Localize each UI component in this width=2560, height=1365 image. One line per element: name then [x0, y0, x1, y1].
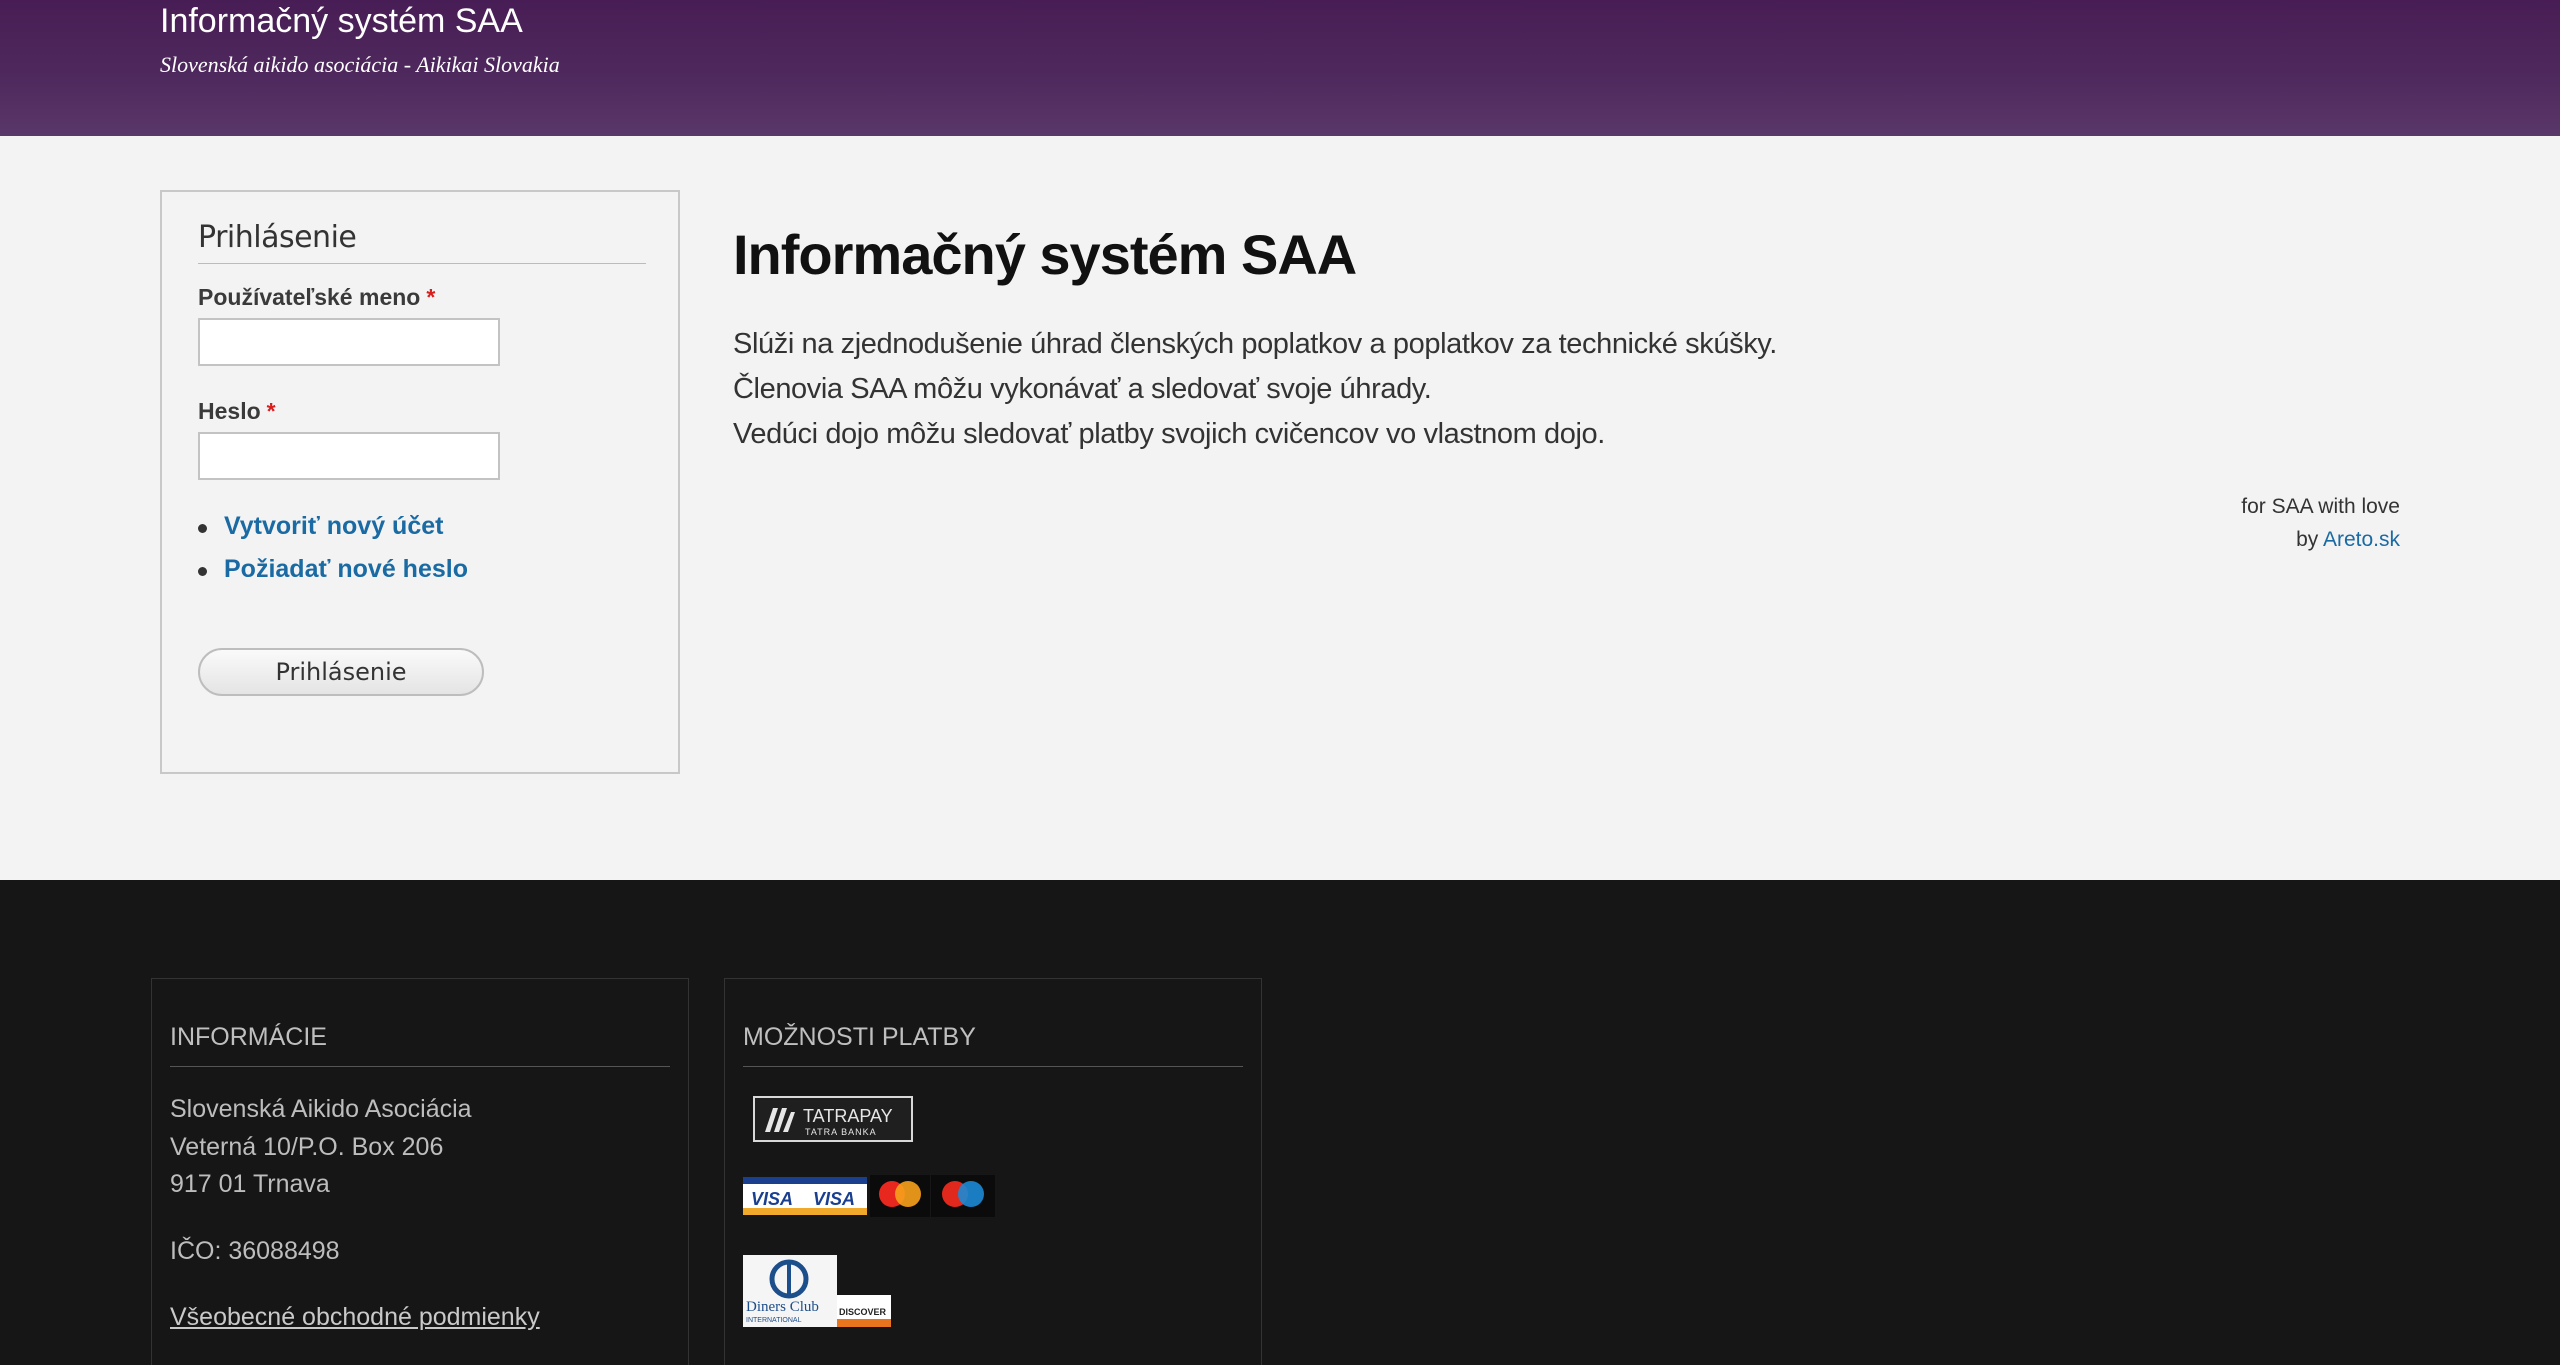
intro-paragraph: Členovia SAA môžu vykonávať a sledovať s…: [733, 373, 1432, 405]
diners-club-logo: Diners Club: [746, 1299, 819, 1315]
footer-payments-block: MOŽNOSTI PLATBY TATRAPAY TATRA BANKA VIS…: [724, 978, 1262, 1365]
required-mark: *: [426, 284, 436, 310]
card-logos: VISA VISA: [743, 1175, 995, 1217]
site-header: Informačný systém SAA Slovenská aikido a…: [0, 0, 2560, 136]
username-label: Používateľské meno *: [198, 284, 435, 311]
footer-address: Slovenská Aikido Asociácia Veterná 10/P.…: [170, 1091, 472, 1204]
visa-logo: VISA: [751, 1189, 793, 1209]
password-label: Heslo *: [198, 398, 276, 425]
create-account-link[interactable]: Vytvoriť nový účet: [224, 512, 443, 540]
intro-paragraph: Vedúci dojo môžu sledovať platby svojich…: [733, 418, 1605, 450]
diners-discover-logos: Diners Club INTERNATIONAL DISCOVER: [743, 1255, 891, 1327]
address-line: Veterná 10/P.O. Box 206: [170, 1132, 444, 1161]
credit-line: for SAA with love: [2241, 495, 2400, 518]
login-block: Prihlásenie Používateľské meno * Heslo * V…: [160, 190, 680, 774]
required-mark: *: [266, 398, 276, 424]
login-title: Prihlásenie: [198, 220, 646, 264]
footer-payments-title: MOŽNOSTI PLATBY: [743, 1023, 1243, 1067]
diners-club-sub: INTERNATIONAL: [746, 1317, 802, 1324]
footer-info-block: INFORMÁCIE Slovenská Aikido Asociácia Ve…: [151, 978, 689, 1365]
tatrapay-sub: TATRA BANKA: [805, 1127, 877, 1137]
terms-link[interactable]: Všeobecné obchodné podmienky: [170, 1299, 540, 1337]
company-id: IČO: 36088498: [170, 1237, 340, 1265]
footer-info-title: INFORMÁCIE: [170, 1023, 670, 1067]
site-footer: INFORMÁCIE Slovenská Aikido Asociácia Ve…: [0, 880, 2560, 1365]
password-label-text: Heslo: [198, 398, 261, 424]
site-name[interactable]: Informačný systém SAA: [160, 2, 523, 41]
username-label-text: Používateľské meno: [198, 284, 421, 310]
credit-by: by: [2296, 528, 2319, 551]
visa-electron-logo: VISA: [813, 1189, 855, 1209]
discover-logo: DISCOVER: [839, 1307, 887, 1317]
list-item: Vytvoriť nový účet: [198, 512, 468, 555]
address-line: Slovenská Aikido Asociácia: [170, 1095, 472, 1123]
credit-by-line: by Areto.sk: [2241, 523, 2400, 556]
credit: for SAA with love by Areto.sk: [2241, 490, 2400, 556]
site-slogan: Slovenská aikido asociácia - Aikikai Slo…: [160, 52, 560, 77]
login-button[interactable]: Prihlásenie: [198, 648, 484, 696]
areto-link[interactable]: Areto.sk: [2323, 528, 2400, 551]
tatrapay-text: TATRAPAY: [803, 1106, 893, 1126]
intro-paragraph: Slúži na zjednodušenie úhrad členských p…: [733, 328, 1777, 360]
request-password-link[interactable]: Požiadať nové heslo: [224, 555, 468, 583]
page-title: Informačný systém SAA: [733, 223, 1357, 286]
list-item: Požiadať nové heslo: [198, 555, 468, 598]
address-line: 917 01 Trnava: [170, 1170, 330, 1198]
login-links: Vytvoriť nový účet Požiadať nové heslo: [198, 512, 468, 598]
username-input[interactable]: [198, 318, 500, 366]
password-input[interactable]: [198, 432, 500, 480]
tatrapay-logo: TATRAPAY TATRA BANKA: [753, 1096, 913, 1142]
intro-text: Slúži na zjednodušenie úhrad členských p…: [733, 322, 1777, 457]
